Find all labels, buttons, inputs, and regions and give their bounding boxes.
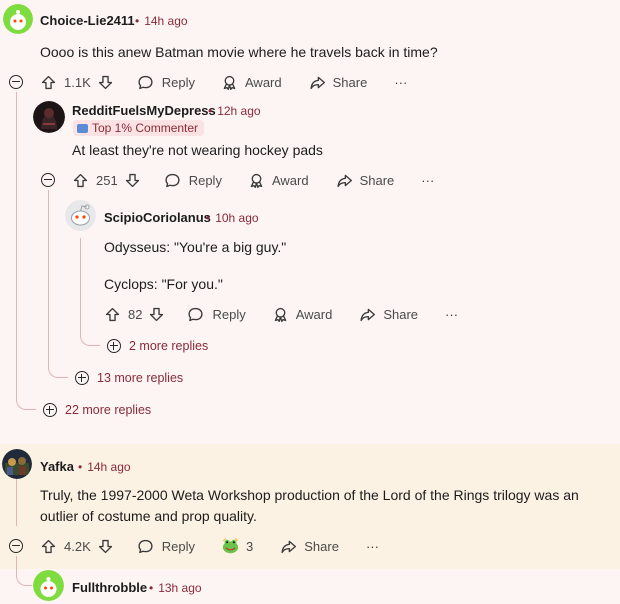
vote-count: 251 xyxy=(96,172,118,188)
username[interactable]: Yafka xyxy=(40,459,74,474)
share-label: Share xyxy=(332,74,368,90)
username[interactable]: Fullthrobble xyxy=(72,580,147,595)
thread-line xyxy=(16,556,32,586)
overflow-icon[interactable]: ··· xyxy=(394,75,407,90)
more-replies-link[interactable]: 22 more replies xyxy=(43,403,151,417)
collapse-icon[interactable] xyxy=(9,539,23,553)
reply-button[interactable]: Reply xyxy=(137,538,195,555)
downvote-icon[interactable] xyxy=(148,306,165,323)
expand-icon xyxy=(75,371,89,385)
vote-count: 82 xyxy=(128,306,143,322)
avatar[interactable] xyxy=(2,449,32,479)
avatar[interactable] xyxy=(65,200,96,231)
timestamp: • 12h ago xyxy=(208,104,261,118)
upvote-icon[interactable] xyxy=(104,306,121,323)
timestamp: • 10h ago xyxy=(206,211,259,225)
downvote-icon[interactable] xyxy=(97,74,114,91)
comment-actions: 4.2K Reply 3 Share ··· xyxy=(40,535,379,557)
downvote-icon[interactable] xyxy=(97,538,114,555)
avatar[interactable] xyxy=(3,4,33,34)
expand-icon xyxy=(107,339,121,353)
vote-count: 4.2K xyxy=(64,538,91,554)
downvote-icon[interactable] xyxy=(124,172,141,189)
reply-button[interactable]: Reply xyxy=(137,74,195,91)
username[interactable]: RedditFuelsMyDepress xyxy=(72,103,216,118)
vote-count: 1.1K xyxy=(64,74,91,90)
share-button[interactable]: Share xyxy=(359,306,418,323)
upvote-icon[interactable] xyxy=(72,172,89,189)
share-label: Share xyxy=(304,538,339,554)
user-flair: Top 1% Commenter xyxy=(73,120,205,136)
award-button[interactable]: 3 xyxy=(221,537,254,555)
award-count: 3 xyxy=(246,538,254,554)
comment-text-line: Cyclops: "For you." xyxy=(104,276,223,292)
thread-line xyxy=(16,92,36,410)
collapse-icon[interactable] xyxy=(41,173,55,187)
more-replies-link[interactable]: 13 more replies xyxy=(75,371,183,385)
award-label: Award xyxy=(295,306,333,322)
award-button[interactable]: Award xyxy=(248,172,309,189)
username[interactable]: Choice-Lie2411 xyxy=(40,13,135,28)
thread-line xyxy=(80,238,100,346)
overflow-icon[interactable]: ··· xyxy=(445,307,458,322)
share-button[interactable]: Share xyxy=(309,74,368,91)
share-label: Share xyxy=(383,306,419,322)
comment-text: At least they're not wearing hockey pads xyxy=(72,142,323,158)
collapse-icon[interactable] xyxy=(9,75,23,89)
comment-text-line: Odysseus: "You're a big guy." xyxy=(104,239,287,255)
award-button[interactable]: Award xyxy=(272,306,333,323)
avatar[interactable] xyxy=(33,101,65,133)
award-label: Award xyxy=(271,172,309,188)
reply-button[interactable]: Reply xyxy=(187,306,246,323)
timestamp: • 13h ago xyxy=(149,581,202,595)
commenter-badge-icon xyxy=(77,123,88,133)
award-label: Award xyxy=(245,74,282,90)
more-replies-label: 2 more replies xyxy=(129,339,209,353)
more-replies-label: 22 more replies xyxy=(65,403,152,417)
more-replies-label: 13 more replies xyxy=(97,371,184,385)
username[interactable]: ScipioCoriolanus xyxy=(104,210,211,225)
more-replies-link[interactable]: 2 more replies xyxy=(107,339,208,353)
avatar[interactable] xyxy=(33,570,64,601)
comment-actions: 82 Reply Award Share ··· xyxy=(104,303,458,325)
reply-label: Reply xyxy=(161,538,195,554)
reply-label: Reply xyxy=(212,306,246,322)
timestamp: • 14h ago xyxy=(78,460,131,474)
upvote-icon[interactable] xyxy=(40,538,57,555)
timestamp: • 14h ago xyxy=(135,14,188,28)
thread-line xyxy=(16,478,17,526)
comment-text: Truly, the 1997-2000 Weta Workshop produ… xyxy=(40,487,579,524)
overflow-icon[interactable]: ··· xyxy=(421,173,434,188)
comment-text: Oooo is this anew Batman movie where he … xyxy=(40,44,438,60)
share-button[interactable]: Share xyxy=(280,538,339,555)
award-button[interactable]: Award xyxy=(221,74,282,91)
flair-label: Top 1% Commenter xyxy=(92,121,199,135)
expand-icon xyxy=(43,403,57,417)
comment-actions: 1.1K Reply Award Share ··· xyxy=(40,71,407,93)
overflow-icon[interactable]: ··· xyxy=(366,539,379,554)
reply-label: Reply xyxy=(161,74,195,90)
share-label: Share xyxy=(359,172,395,188)
upvote-icon[interactable] xyxy=(40,74,57,91)
reply-label: Reply xyxy=(188,172,222,188)
comment-actions: 251 Reply Award Share ··· xyxy=(72,169,434,191)
reply-button[interactable]: Reply xyxy=(164,172,222,189)
share-button[interactable]: Share xyxy=(336,172,395,189)
